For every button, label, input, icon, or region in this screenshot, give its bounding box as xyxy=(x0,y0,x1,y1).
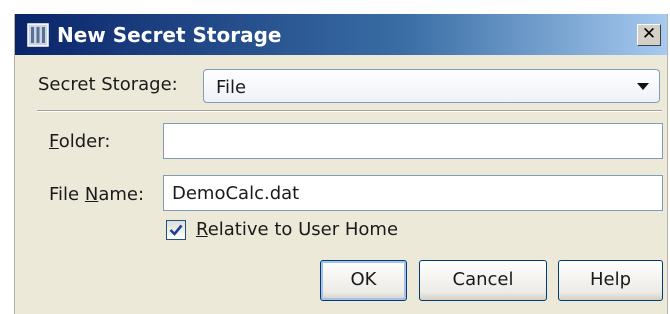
ok-button[interactable]: OK xyxy=(320,260,407,301)
folder-label: Folder: xyxy=(49,131,110,152)
relative-to-user-home-checkbox[interactable] xyxy=(166,220,186,240)
secret-storage-label: Secret Storage: xyxy=(38,74,178,95)
file-name-value: DemoCalc.dat xyxy=(172,183,300,204)
close-button[interactable]: ✕ xyxy=(637,24,661,46)
separator xyxy=(37,110,662,112)
secret-storage-select[interactable]: File xyxy=(203,69,660,103)
folder-mnemonic: F xyxy=(49,131,59,152)
relative-mnemonic: R xyxy=(196,219,208,240)
help-button[interactable]: Help xyxy=(558,260,663,301)
file-name-mnemonic: N xyxy=(84,184,99,205)
new-secret-storage-dialog: New Secret Storage ✕ Secret Storage: Fil… xyxy=(14,14,668,314)
relative-label-rest: elative to User Home xyxy=(207,219,399,240)
secret-storage-value: File xyxy=(216,77,247,98)
dialog-title: New Secret Storage xyxy=(57,23,282,47)
title-bar[interactable]: New Secret Storage ✕ xyxy=(15,14,667,55)
close-icon: ✕ xyxy=(641,24,657,44)
file-name-label: File Name: xyxy=(49,184,144,205)
cancel-button[interactable]: Cancel xyxy=(419,260,547,301)
file-name-label-rest: ame: xyxy=(98,184,145,205)
relative-to-user-home-label[interactable]: Relative to User Home xyxy=(196,219,398,240)
file-name-label-prefix: File xyxy=(49,184,85,205)
file-name-input[interactable]: DemoCalc.dat xyxy=(163,175,663,211)
folder-input[interactable] xyxy=(163,123,663,159)
folder-label-rest: older: xyxy=(58,131,111,152)
safe-storage-icon xyxy=(25,22,51,48)
chevron-down-icon[interactable] xyxy=(637,83,649,90)
checkmark-icon xyxy=(169,224,183,236)
